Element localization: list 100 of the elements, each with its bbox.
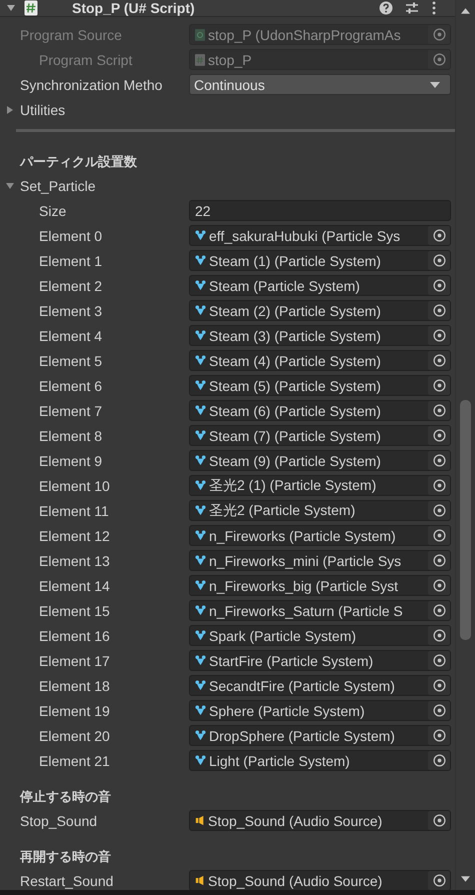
property-label: Element 9	[39, 452, 102, 468]
object-reference: Sphere (Particle System)	[209, 702, 366, 718]
object-reference: Steam (1) (Particle System)	[209, 252, 382, 268]
object-picker-button[interactable]	[428, 25, 450, 44]
object-field[interactable]: n_Fireworks_Saturn (Particle S	[189, 600, 452, 621]
object-picker-button[interactable]	[428, 301, 450, 320]
target-icon	[432, 329, 446, 342]
object-picker-button[interactable]	[428, 751, 450, 770]
object-field[interactable]: 圣光2 (Particle System)	[189, 500, 452, 521]
particle-system-icon	[195, 505, 206, 516]
object-field[interactable]: eff_sakuraHubuki (Particle Sys	[189, 225, 452, 246]
object-field[interactable]: n_Fireworks_big (Particle Syst	[189, 575, 452, 596]
scroll-up-icon[interactable]	[461, 8, 470, 14]
object-picker-button[interactable]	[428, 576, 450, 595]
object-field[interactable]: Spark (Particle System)	[189, 625, 452, 646]
object-reference: n_Fireworks_Saturn (Particle S	[209, 602, 404, 618]
foldout-label[interactable]: Set_Particle	[20, 178, 96, 194]
target-icon	[432, 429, 446, 442]
target-icon	[432, 479, 446, 492]
particle-system-icon	[195, 580, 206, 591]
object-picker-button[interactable]	[428, 226, 450, 245]
particle-system-icon	[195, 405, 206, 416]
object-picker-button[interactable]	[428, 50, 450, 69]
object-picker-button[interactable]	[428, 551, 450, 570]
object-picker-button[interactable]	[428, 251, 450, 270]
object-picker-button[interactable]	[428, 401, 450, 420]
object-reference: stop_P	[208, 52, 253, 68]
presets-sliders-icon[interactable]	[405, 1, 420, 15]
property-label: Element 6	[39, 378, 102, 394]
object-picker-button[interactable]	[428, 871, 450, 890]
object-reference: eff_sakuraHubuki (Particle Sys	[209, 228, 402, 244]
property-label: Element 20	[39, 728, 110, 744]
more-menu-icon[interactable]	[431, 1, 438, 15]
target-icon	[432, 604, 446, 617]
object-picker-button[interactable]	[428, 351, 450, 370]
object-field[interactable]: n_Fireworks_mini (Particle Sys	[189, 550, 452, 571]
foldout-caret-icon[interactable]	[5, 180, 15, 190]
property-label: Program Source	[20, 26, 122, 42]
object-reference: Steam (7) (Particle System)	[209, 428, 382, 444]
target-icon	[432, 629, 446, 642]
object-picker-button[interactable]	[428, 326, 450, 345]
object-field[interactable]: SecandtFire (Particle System)	[189, 675, 452, 696]
object-field[interactable]: n_Fireworks (Particle System)	[189, 525, 452, 546]
object-picker-button[interactable]	[428, 501, 450, 520]
object-reference: Spark (Particle System)	[209, 628, 358, 644]
object-picker-button[interactable]	[428, 426, 450, 445]
object-field[interactable]: Steam (1) (Particle System)	[189, 250, 452, 271]
object-picker-button[interactable]	[428, 726, 450, 745]
object-field[interactable]: Steam (4) (Particle System)	[189, 350, 452, 371]
object-picker-button[interactable]	[428, 626, 450, 645]
number-field[interactable]: 22	[189, 200, 452, 221]
scroll-down-icon[interactable]	[461, 876, 470, 882]
object-reference: n_Fireworks_mini (Particle Sys	[209, 552, 402, 568]
object-picker-button[interactable]	[428, 601, 450, 620]
object-picker-button[interactable]	[428, 376, 450, 395]
target-icon	[432, 579, 446, 592]
object-reference: Steam (3) (Particle System)	[209, 328, 382, 344]
object-field[interactable]: Steam (5) (Particle System)	[189, 375, 452, 396]
component-title: Stop_P (U# Script)	[72, 0, 196, 16]
object-field[interactable]: Stop_Sound (Audio Source)	[189, 870, 452, 890]
foldout-caret-icon[interactable]	[6, 3, 16, 13]
object-picker-button[interactable]	[428, 476, 450, 495]
target-icon	[432, 304, 446, 317]
dropdown[interactable]: Continuous	[189, 74, 452, 95]
object-field[interactable]: Steam (9) (Particle System)	[189, 450, 452, 471]
object-picker-button[interactable]	[428, 526, 450, 545]
object-picker-button[interactable]	[428, 676, 450, 695]
particle-system-icon	[195, 230, 206, 241]
object-field[interactable]: Stop_Sound (Audio Source)	[189, 810, 452, 831]
object-field[interactable]: Steam (Particle System)	[189, 275, 452, 296]
object-picker-button[interactable]	[428, 811, 450, 830]
object-picker-button[interactable]	[428, 276, 450, 295]
script-file-icon	[24, 0, 38, 16]
object-picker-button[interactable]	[428, 451, 450, 470]
property-label: Program Script	[39, 52, 132, 68]
object-field[interactable]: Steam (3) (Particle System)	[189, 325, 452, 346]
particle-system-icon	[195, 680, 206, 691]
scrollbar-thumb[interactable]	[460, 400, 472, 640]
object-field[interactable]: DropSphere (Particle System)	[189, 725, 452, 746]
property-label: Element 15	[39, 602, 110, 618]
object-reference: Steam (5) (Particle System)	[209, 378, 382, 394]
particle-system-icon	[195, 530, 206, 541]
object-picker-button[interactable]	[428, 651, 450, 670]
object-picker-button[interactable]	[428, 701, 450, 720]
object-field[interactable]: Sphere (Particle System)	[189, 700, 452, 721]
target-icon	[432, 704, 446, 717]
help-icon[interactable]	[379, 1, 394, 15]
section-header: 停止する時の音	[20, 788, 111, 806]
particle-system-icon	[195, 655, 206, 666]
property-label: Element 10	[39, 478, 110, 494]
object-field[interactable]: Steam (7) (Particle System)	[189, 425, 452, 446]
object-field[interactable]: 圣光2 (1) (Particle System)	[189, 475, 452, 496]
target-icon	[432, 354, 446, 367]
object-field[interactable]: StartFire (Particle System)	[189, 650, 452, 671]
object-field[interactable]: Steam (6) (Particle System)	[189, 400, 452, 421]
object-field[interactable]: Steam (2) (Particle System)	[189, 300, 452, 321]
object-field[interactable]: Light (Particle System)	[189, 750, 452, 771]
foldout-label[interactable]: Utilities	[20, 102, 66, 118]
foldout-caret-icon[interactable]	[5, 104, 15, 114]
property-label: Element 19	[39, 702, 110, 718]
